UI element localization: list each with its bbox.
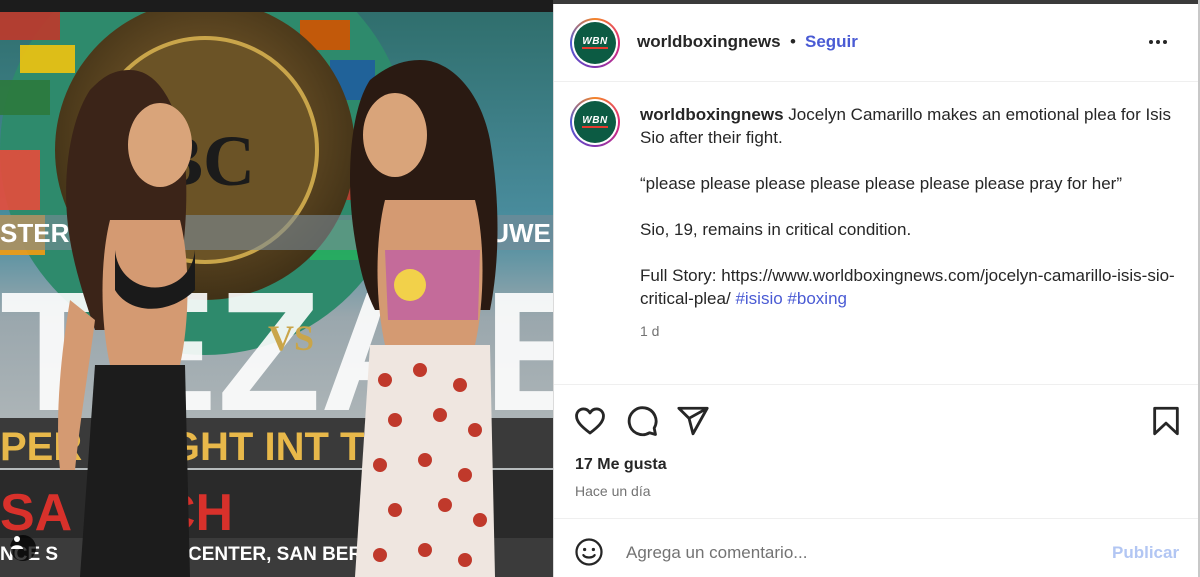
caption-status: Sio, 19, remains in critical condition. bbox=[640, 220, 912, 239]
hashtag-boxing[interactable]: #boxing bbox=[787, 289, 847, 308]
caption-story-link[interactable]: Full Story: https://www.worldboxingnews.… bbox=[640, 266, 1175, 308]
emoji-icon[interactable] bbox=[574, 537, 604, 567]
caption-quote: “please please please please please plea… bbox=[640, 174, 1122, 193]
post-panel: WBN worldboxingnews • Seguir WBN worldbo… bbox=[553, 4, 1199, 577]
heart-icon[interactable] bbox=[573, 404, 607, 438]
user-tag-icon[interactable] bbox=[10, 535, 36, 561]
caption-timestamp[interactable]: 1 d bbox=[640, 323, 659, 339]
photo-illustration: BC STER OUWE TEZ A EE VS PER WEIGHT INT … bbox=[0, 0, 553, 577]
post-date[interactable]: Hace un día bbox=[575, 483, 651, 499]
comment-bar: Publicar bbox=[554, 518, 1199, 577]
caption-avatar-logo-text: WBN bbox=[582, 115, 608, 128]
vs-text: VS bbox=[268, 318, 314, 358]
avatar-logo-text: WBN bbox=[582, 36, 608, 49]
caption-username[interactable]: worldboxingnews bbox=[640, 105, 784, 124]
post-header: WBN worldboxingnews • Seguir bbox=[554, 4, 1199, 82]
publish-button[interactable]: Publicar bbox=[1112, 543, 1179, 563]
follow-button[interactable]: Seguir bbox=[805, 32, 858, 52]
left-fighter-name: STER bbox=[0, 218, 70, 248]
author-username[interactable]: worldboxingnews bbox=[637, 32, 781, 52]
share-icon[interactable] bbox=[676, 404, 710, 438]
comment-input[interactable] bbox=[626, 541, 1086, 565]
caption-text: worldboxingnews Jocelyn Camarillo makes … bbox=[640, 103, 1180, 310]
post-photo[interactable]: BC STER OUWE TEZ A EE VS PER WEIGHT INT … bbox=[0, 0, 553, 577]
comment-icon[interactable] bbox=[625, 404, 659, 438]
photo-top-strip bbox=[0, 0, 553, 12]
action-bar bbox=[554, 390, 1199, 450]
hashtag-isisio[interactable]: #isisio bbox=[735, 289, 782, 308]
likes-count[interactable]: 17 Me gusta bbox=[575, 456, 667, 474]
caption-avatar[interactable]: WBN bbox=[570, 97, 620, 147]
caption-section: WBN worldboxingnews Jocelyn Camarillo ma… bbox=[554, 83, 1199, 385]
bookmark-icon[interactable] bbox=[1149, 404, 1183, 438]
more-icon[interactable] bbox=[1149, 40, 1167, 44]
author-avatar[interactable]: WBN bbox=[570, 18, 620, 68]
separator-dot: • bbox=[790, 32, 796, 51]
